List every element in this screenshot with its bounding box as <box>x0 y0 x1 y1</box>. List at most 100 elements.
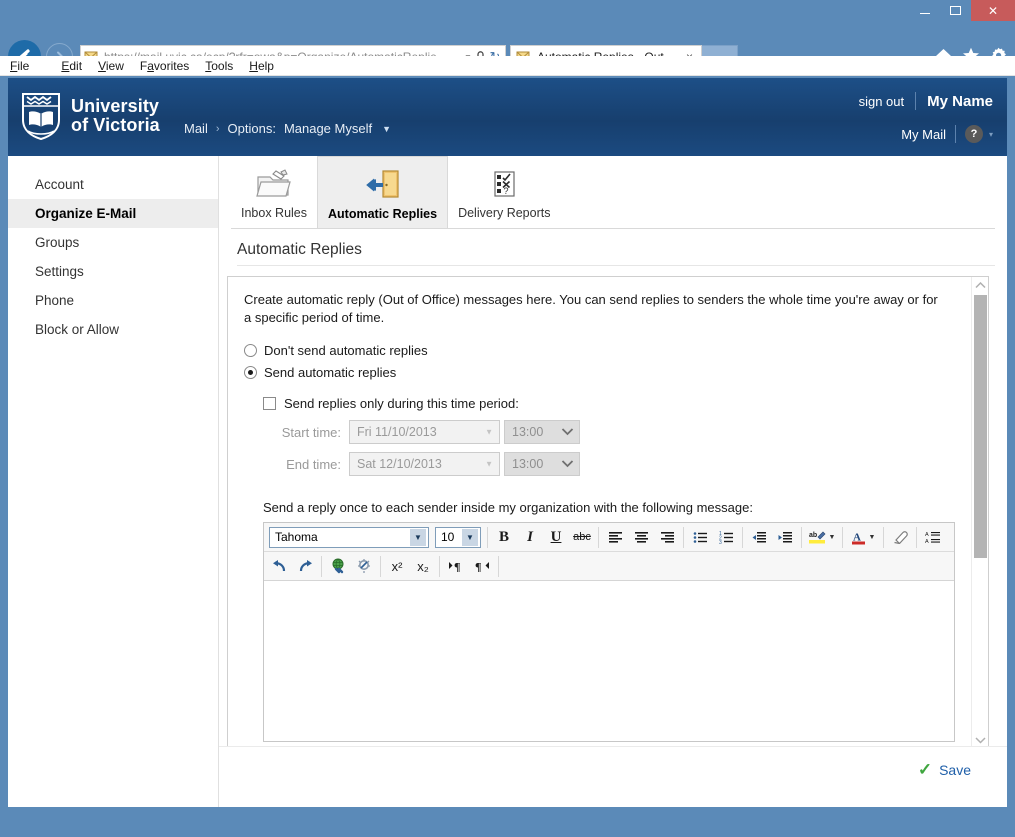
calendar-dropdown-icon[interactable]: ▼ <box>485 460 493 469</box>
radio-label: Send automatic replies <box>264 365 397 380</box>
remove-hyperlink-button[interactable] <box>351 554 377 579</box>
breadcrumb-mail[interactable]: Mail <box>184 121 208 136</box>
chevron-down-icon[interactable]: ▼ <box>829 534 836 541</box>
browser-menu-bar: File Edit View Favorites Tools Help <box>0 56 1015 76</box>
help-button[interactable]: ? <box>964 125 983 143</box>
menu-file[interactable]: File <box>10 59 45 73</box>
highlight-color-button[interactable]: ab ▼ <box>805 525 839 550</box>
align-right-button[interactable] <box>654 525 680 550</box>
radio-dont-send-automatic-replies[interactable]: Don't send automatic replies <box>244 343 968 358</box>
minimize-button[interactable] <box>909 0 940 21</box>
divider <box>321 555 322 577</box>
subscript-button[interactable]: x₂ <box>410 554 436 579</box>
align-left-button[interactable] <box>602 525 628 550</box>
sidebar-item-label: Phone <box>35 293 75 308</box>
font-size-select[interactable]: 10 ▼ <box>435 526 481 548</box>
divider <box>487 526 488 548</box>
undo-button[interactable] <box>266 554 292 579</box>
menu-view[interactable]: View <box>98 59 124 73</box>
underline-button[interactable]: U <box>543 525 569 550</box>
title-divider <box>237 265 995 266</box>
align-center-button[interactable] <box>628 525 654 550</box>
align-center-icon <box>634 531 648 543</box>
message-body-input[interactable] <box>264 581 954 741</box>
start-date-input[interactable]: Fri 11/10/2013 ▼ <box>349 420 500 444</box>
chevron-down-icon <box>561 425 574 439</box>
tab-inbox-rules[interactable]: Inbox Rules <box>231 156 317 229</box>
uvic-logo[interactable]: University of Victoria <box>20 92 160 141</box>
radio-send-automatic-replies[interactable]: Send automatic replies <box>244 365 968 380</box>
breadcrumb-current[interactable]: Manage Myself <box>284 121 372 136</box>
increase-indent-button[interactable] <box>772 525 798 550</box>
paragraph-ltr-icon: ¶ <box>448 560 460 574</box>
browser-window: ✕ https://mail.uvic.ca/ecp/?rfr <box>0 0 1015 837</box>
numbered-list-button[interactable]: 123 <box>713 525 739 550</box>
form-scrollbar[interactable] <box>971 277 988 749</box>
scrollbar-thumb[interactable] <box>974 295 987 558</box>
italic-button[interactable]: I <box>517 525 543 550</box>
font-color-icon: A <box>851 531 865 544</box>
bullet-list-button[interactable] <box>687 525 713 550</box>
sign-out-link[interactable]: sign out <box>859 94 905 109</box>
end-date-input[interactable]: Sat 12/10/2013 ▼ <box>349 452 500 476</box>
divider <box>915 92 917 110</box>
sidebar-item-block-or-allow[interactable]: Block or Allow <box>8 315 218 344</box>
sidebar-item-label: Settings <box>35 264 84 279</box>
rtl-button[interactable]: ¶ <box>469 554 495 579</box>
menu-tools[interactable]: Tools <box>205 59 233 73</box>
maximize-button[interactable] <box>940 0 971 21</box>
sidebar-item-phone[interactable]: Phone <box>8 286 218 315</box>
sidebar-item-account[interactable]: Account <box>8 170 218 199</box>
breadcrumb-options-label: Options: <box>227 121 276 136</box>
clear-formatting-button[interactable] <box>887 525 913 550</box>
start-time-row: Start time: Fri 11/10/2013 ▼ 13:00 <box>263 420 968 444</box>
undo-icon <box>272 559 285 571</box>
checkbox-time-period[interactable]: Send replies only during this time perio… <box>263 396 968 411</box>
svg-text:¶: ¶ <box>475 560 481 574</box>
site-title: University of Victoria <box>71 97 160 135</box>
chevron-down-icon[interactable]: ▼ <box>382 124 391 134</box>
line-spacing-button[interactable]: A A <box>920 525 946 550</box>
menu-help[interactable]: Help <box>249 59 274 73</box>
menu-edit[interactable]: Edit <box>61 59 82 73</box>
bold-button[interactable]: B <box>491 525 517 550</box>
insert-hyperlink-button[interactable] <box>325 554 351 579</box>
svg-text:A: A <box>925 532 929 538</box>
tab-delivery-reports[interactable]: ? Delivery Reports <box>448 156 560 229</box>
decrease-indent-button[interactable] <box>746 525 772 550</box>
menu-favorites[interactable]: Favorites <box>140 59 189 73</box>
chevron-down-icon[interactable]: ▾ <box>989 130 993 139</box>
font-color-button[interactable]: A ▼ <box>846 525 880 550</box>
tab-automatic-replies[interactable]: Automatic Replies <box>317 156 449 229</box>
ltr-button[interactable]: ¶ <box>443 554 469 579</box>
scroll-up-icon[interactable] <box>972 277 988 294</box>
start-time-select[interactable]: 13:00 <box>504 420 580 444</box>
uvic-crest-icon <box>20 92 62 141</box>
page-body: Account Organize E-Mail Groups Settings … <box>8 156 1007 807</box>
sidebar-item-organize-email[interactable]: Organize E-Mail <box>8 199 218 228</box>
numbered-list-icon: 123 <box>719 531 733 544</box>
chevron-down-icon: ▼ <box>410 528 426 546</box>
font-family-select[interactable]: Tahoma ▼ <box>269 526 429 548</box>
superscript-button[interactable]: x² <box>384 554 410 579</box>
sidebar-item-settings[interactable]: Settings <box>8 257 218 286</box>
line-spacing-icon: A A <box>925 532 940 544</box>
strikethrough-button[interactable]: abc <box>569 525 595 550</box>
save-label: Save <box>939 762 971 778</box>
svg-text:¶: ¶ <box>454 560 460 574</box>
divider <box>498 555 499 577</box>
chevron-down-icon[interactable]: ▼ <box>869 534 876 541</box>
divider <box>916 526 917 548</box>
end-time-select[interactable]: 13:00 <box>504 452 580 476</box>
options-sidebar: Account Organize E-Mail Groups Settings … <box>8 156 219 807</box>
my-mail-link[interactable]: My Mail <box>901 127 946 142</box>
editor-toolbar-row-1: Tahoma ▼ 10 ▼ B I U abc 1 2 3 ab ▼ A ▼ A… <box>264 523 954 552</box>
calendar-dropdown-icon[interactable]: ▼ <box>485 428 493 437</box>
redo-button[interactable] <box>292 554 318 579</box>
close-button[interactable]: ✕ <box>971 0 1015 21</box>
tabs-divider <box>231 228 995 229</box>
save-button[interactable]: ✓ Save <box>918 760 971 780</box>
sidebar-item-groups[interactable]: Groups <box>8 228 218 257</box>
browser-nav-bar: https://mail.uvic.ca/ecp/?rfr=owa&p=Orga… <box>0 21 1015 73</box>
window-controls: ✕ <box>909 0 1015 21</box>
